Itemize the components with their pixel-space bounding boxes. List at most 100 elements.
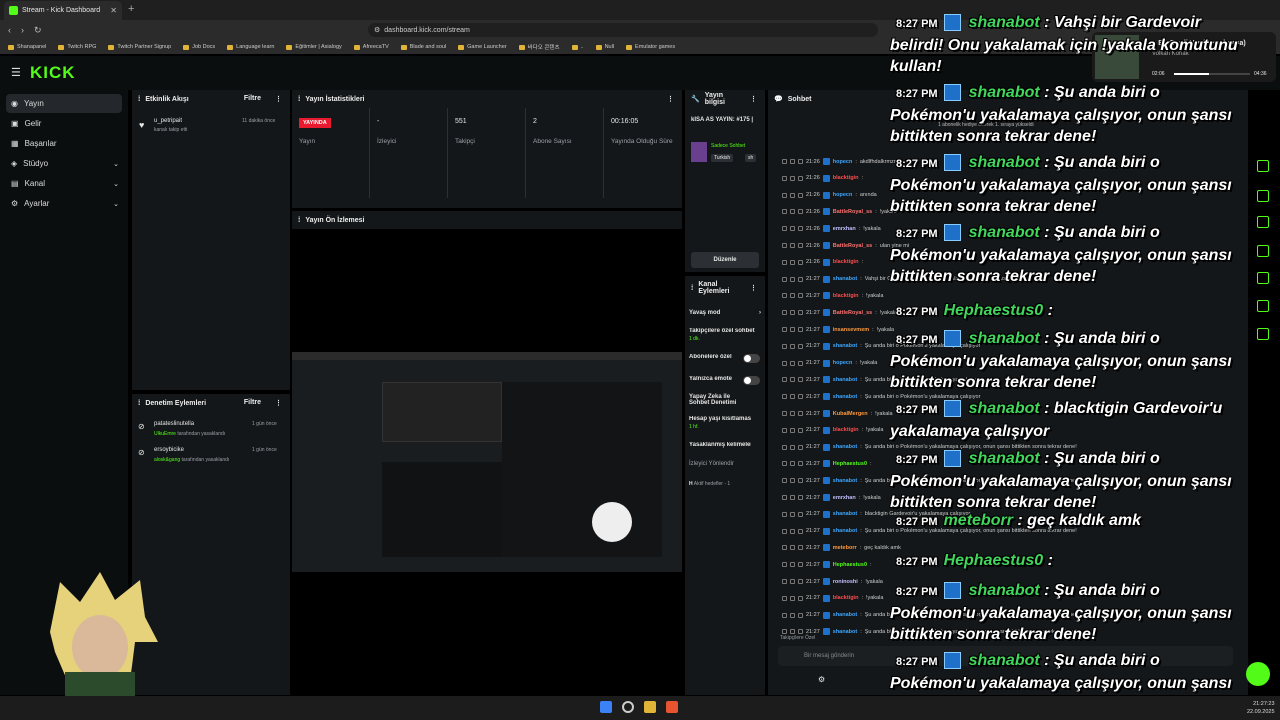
delete-icon[interactable] <box>782 427 787 433</box>
ban-icon[interactable] <box>798 360 803 366</box>
timeout-icon[interactable] <box>790 293 795 299</box>
timeout-icon[interactable] <box>790 394 795 400</box>
chat-message[interactable]: 21:27 blacktigin: !yakala <box>782 292 883 300</box>
timeout-icon[interactable] <box>790 192 795 198</box>
timeout-icon[interactable] <box>790 427 795 433</box>
ban-icon[interactable] <box>798 545 803 551</box>
sidebar-item-yayin[interactable]: ◉ Yayın <box>6 94 122 113</box>
timeout-icon[interactable] <box>790 209 795 215</box>
chat-message[interactable]: 21:26 blacktigin: <box>782 174 866 182</box>
timeout-icon[interactable] <box>790 411 795 416</box>
action-followers-only[interactable]: Takipçilere özel sohbet <box>689 328 761 334</box>
timeout-icon[interactable] <box>790 377 795 383</box>
chat-username[interactable]: shanabot <box>833 612 857 618</box>
action-account-age[interactable]: Hesap yaşı kısıtlaması <box>689 416 751 422</box>
delete-icon[interactable] <box>782 377 787 383</box>
chat-username[interactable]: blacktigin <box>833 427 859 433</box>
delete-icon[interactable] <box>782 511 787 517</box>
chat-username[interactable]: shanabot <box>833 276 857 282</box>
chat-username[interactable]: hopecn <box>833 360 853 366</box>
ban-icon[interactable] <box>798 377 803 383</box>
ban-icon[interactable] <box>798 394 803 400</box>
ban-icon[interactable] <box>798 411 803 416</box>
sidebar-item-basarilar[interactable]: ▦ Başarılar <box>6 134 122 153</box>
chat-message[interactable]: 21:27 KubalMergen: !yakala <box>782 410 893 417</box>
more-icon[interactable]: ⋮ <box>667 95 674 103</box>
bookmark-item[interactable]: 바다오 콘텐츠 <box>518 43 560 51</box>
delete-icon[interactable] <box>782 192 787 198</box>
ban-icon[interactable] <box>798 495 803 500</box>
bookmark-item[interactable]: Eğitimler | Asialogy <box>286 44 342 50</box>
delete-icon[interactable] <box>782 545 787 551</box>
chat-username[interactable]: Hephaestus0 <box>833 461 867 467</box>
more-icon[interactable]: ⋮ <box>750 95 757 103</box>
bookmark-item[interactable]: Twitch RPG <box>58 44 96 50</box>
mod-item-user[interactable]: ersoybicike <box>154 447 184 453</box>
delete-icon[interactable] <box>782 343 787 349</box>
chat-message[interactable]: 21:27 BattleRoyal_ss: !yakala <box>782 309 897 317</box>
delete-icon[interactable] <box>782 612 787 618</box>
emote-only-toggle[interactable] <box>743 376 760 385</box>
bookmark-item[interactable]: Language learn <box>227 44 274 50</box>
ban-icon[interactable] <box>798 192 803 198</box>
chat-message[interactable]: 21:26 emrxhan: !yakala <box>782 225 881 233</box>
timeout-icon[interactable] <box>790 511 795 517</box>
delete-icon[interactable] <box>782 226 787 232</box>
timeout-icon[interactable] <box>790 360 795 366</box>
browser-tab[interactable]: Stream - Kick Dashboard ✕ <box>4 1 122 20</box>
chat-message[interactable]: 21:27 blacktigin: !yakala <box>782 594 883 602</box>
delete-icon[interactable] <box>782 327 787 332</box>
bookmark-item[interactable]: Null <box>595 44 614 50</box>
bookmark-item[interactable]: Job Docs <box>183 44 215 50</box>
rail-icon[interactable] <box>1257 300 1269 312</box>
ban-icon[interactable] <box>798 478 803 484</box>
chat-message[interactable]: 21:26 BattleRoyal_ss: !yakala <box>782 208 897 216</box>
timeout-icon[interactable] <box>790 327 795 332</box>
activity-filter-button[interactable]: Filtre <box>244 95 261 103</box>
ban-icon[interactable] <box>798 243 803 248</box>
new-tab-icon[interactable]: + <box>128 3 134 15</box>
search-icon[interactable] <box>622 701 634 713</box>
ban-icon[interactable] <box>798 343 803 349</box>
delete-icon[interactable] <box>782 562 787 568</box>
timeout-icon[interactable] <box>790 545 795 551</box>
ban-icon[interactable] <box>798 444 803 450</box>
chat-username[interactable]: shanabot <box>833 444 857 450</box>
bookmark-item[interactable]: AfreecaTV <box>353 44 389 50</box>
rail-icon[interactable] <box>1257 160 1269 172</box>
timeout-icon[interactable] <box>790 629 795 635</box>
ban-icon[interactable] <box>798 579 803 584</box>
rail-icon[interactable] <box>1257 190 1269 202</box>
ban-icon[interactable] <box>798 159 803 164</box>
chat-username[interactable]: blacktigin <box>833 259 859 265</box>
chat-username[interactable]: roninoshi <box>833 579 858 585</box>
ban-icon[interactable] <box>798 511 803 517</box>
ban-icon[interactable] <box>798 629 803 635</box>
back-icon[interactable]: ‹ <box>8 25 11 35</box>
ban-icon[interactable] <box>798 427 803 433</box>
chat-username[interactable]: hopecn <box>833 159 853 165</box>
timeout-icon[interactable] <box>790 243 795 248</box>
action-raid[interactable]: İzleyici Yönlendir <box>689 461 759 467</box>
timeout-icon[interactable] <box>790 579 795 584</box>
chat-message[interactable]: 21:26 hopecn: akdlfhdalkrmzn <box>782 158 897 165</box>
chat-message[interactable]: 21:27 meteborr: geç kaldık amk <box>782 544 901 552</box>
timeout-icon[interactable] <box>790 595 795 601</box>
chat-message[interactable]: 21:26 hopecn: anında <box>782 191 877 199</box>
action-ai-moderation[interactable]: Yapay Zeka ile Sohbet Denetimi <box>689 394 749 406</box>
timeout-icon[interactable] <box>790 478 795 484</box>
chat-username[interactable]: blacktigin <box>833 175 859 181</box>
chat-username[interactable]: shanabot <box>833 528 857 534</box>
brave-browser-icon[interactable] <box>666 701 678 713</box>
delete-icon[interactable] <box>782 310 787 316</box>
delete-icon[interactable] <box>782 394 787 400</box>
ban-icon[interactable] <box>798 276 803 282</box>
mod-item-by[interactable]: UlkuEmre <box>154 431 176 437</box>
chat-message[interactable]: 21:27 roninoshi: !yakala <box>782 578 883 585</box>
mod-item-user[interactable]: patateslinutella <box>154 421 194 427</box>
ban-icon[interactable] <box>798 226 803 232</box>
sidebar-item-studyo[interactable]: ◈ Stüdyo ⌄ <box>6 154 122 173</box>
chat-username[interactable]: shanabot <box>833 394 857 400</box>
timeout-icon[interactable] <box>790 461 795 467</box>
rail-icon[interactable] <box>1257 272 1269 284</box>
